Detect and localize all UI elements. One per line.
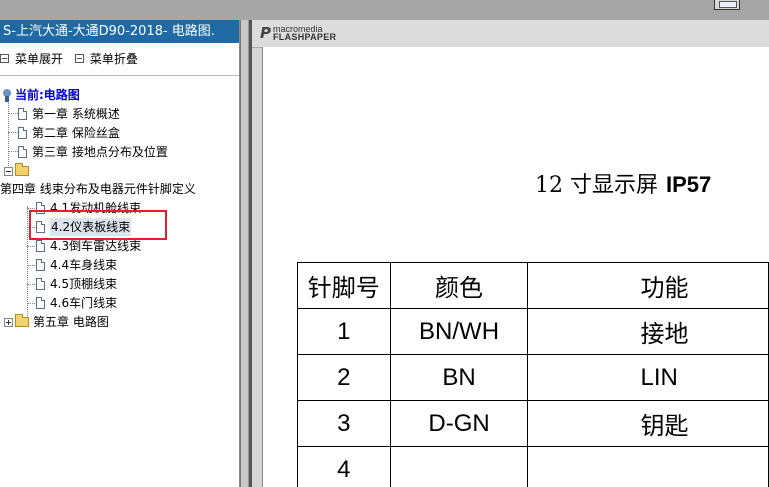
tree-item-4-4[interactable]: 4.4车身线束	[36, 256, 117, 274]
folder-open-icon	[15, 163, 29, 176]
tree-item-label: 4.6车门线束	[50, 296, 118, 310]
tree-guide-line	[27, 206, 28, 322]
table-header: 针脚号	[297, 262, 391, 309]
document-page[interactable]: 12 寸显示屏 IP57 针脚号 颜色 功能 1 BN/WH 接地 2 BN LI…	[262, 47, 769, 487]
tree-item-label: 4.4车身线束	[50, 258, 118, 272]
tree-guide-line	[27, 265, 35, 266]
table-cell: BN/WH	[389, 308, 529, 355]
table-header-row: 针脚号 颜色 功能	[297, 262, 769, 309]
table-row: 3 D-GN 钥匙	[297, 400, 769, 447]
tree-folder-ch4[interactable]	[4, 162, 33, 180]
table-cell: 3	[297, 400, 391, 447]
menu-toolbar: 菜单展开 菜单折叠	[0, 50, 146, 67]
tree-item-4-5[interactable]: 4.5顶棚线束	[36, 275, 117, 293]
document-icon	[18, 108, 27, 120]
document-icon	[36, 278, 45, 290]
tree-item-label: 第二章 保险丝盒	[32, 126, 120, 140]
viewer-toolbar: P macromedia FLASHPAPER	[252, 20, 769, 48]
tree-guide-line	[27, 284, 35, 285]
tree-item-ch1[interactable]: 第一章 系统概述	[18, 105, 120, 123]
document-icon	[36, 240, 45, 252]
navigation-panel: S-上汽大通-大通D90-2018- 电路图. 菜单展开 菜单折叠 当前:电路图	[0, 20, 240, 487]
tree-item-ch3[interactable]: 第三章 接地点分布及位置	[18, 143, 168, 161]
table-cell: LIN	[527, 354, 769, 401]
tree-folder-ch5[interactable]: 第五章 电路图	[4, 313, 109, 331]
flashpaper-logo: P macromedia FLASHPAPER	[260, 24, 337, 42]
table-cell: 4	[297, 446, 391, 487]
tree-item-label: 4.5顶棚线束	[50, 277, 118, 291]
page-title-code: IP57	[666, 172, 712, 197]
flashpaper-icon: P	[260, 24, 271, 42]
table-header: 颜色	[389, 262, 529, 309]
table-cell: 接地	[527, 308, 769, 355]
tree-guide-line	[27, 303, 35, 304]
window-icon[interactable]	[714, 0, 740, 10]
tree-guide-line	[27, 246, 35, 247]
tree-item-label: 第一章 系统概述	[32, 107, 120, 121]
document-icon	[18, 127, 27, 139]
document-viewer: P macromedia FLASHPAPER 12 寸显示屏 IP57 针脚号 …	[252, 20, 769, 487]
collapse-icon	[74, 54, 84, 63]
table-cell: 2	[297, 354, 391, 401]
tree-item-label: 第三章 接地点分布及位置	[32, 145, 168, 159]
expand-menu-label: 菜单展开	[15, 52, 64, 66]
page-title: 12 寸显示屏 IP57	[535, 167, 711, 199]
collapse-menu-button[interactable]: 菜单折叠	[74, 50, 138, 67]
divider	[0, 75, 239, 76]
panel-title: S-上汽大通-大通D90-2018- 电路图.	[0, 20, 239, 43]
tree-root[interactable]: 当前:电路图	[2, 86, 80, 104]
collapse-menu-label: 菜单折叠	[89, 52, 138, 66]
expand-icon	[0, 54, 9, 63]
folder-icon	[15, 314, 29, 327]
collapse-toggle-icon[interactable]	[4, 166, 13, 176]
table-cell: D-GN	[389, 400, 529, 447]
table-cell	[527, 446, 769, 487]
current-location-icon	[2, 88, 12, 102]
table-cell	[389, 446, 529, 487]
pin-table: 针脚号 颜色 功能 1 BN/WH 接地 2 BN LIN 3 D-GN 钥匙 …	[297, 262, 769, 487]
document-icon	[18, 146, 27, 158]
table-cell: 钥匙	[527, 400, 769, 447]
table-row: 2 BN LIN	[297, 354, 769, 401]
top-toolbar	[0, 0, 769, 20]
expand-toggle-icon[interactable]	[4, 317, 13, 327]
tree-item-label: 第四章 线束分布及电器元件针脚定义	[0, 182, 196, 196]
tree-item-ch2[interactable]: 第二章 保险丝盒	[18, 124, 120, 142]
brand-bottom: FLASHPAPER	[273, 32, 337, 42]
tree-item-4-6[interactable]: 4.6车门线束	[36, 294, 117, 312]
table-row: 1 BN/WH 接地	[297, 308, 769, 355]
panel-splitter[interactable]	[240, 20, 249, 487]
document-icon	[36, 259, 45, 271]
tree-item-ch4[interactable]: 第四章 线束分布及电器元件针脚定义	[0, 180, 196, 198]
table-header: 功能	[527, 262, 769, 309]
table-cell: BN	[389, 354, 529, 401]
page-title-main: 12 寸显示屏	[535, 173, 658, 198]
table-row: 4	[297, 446, 769, 487]
tree-item-label: 第五章 电路图	[33, 315, 109, 329]
tree-root-label: 当前:电路图	[15, 88, 80, 102]
table-cell: 1	[297, 308, 391, 355]
tree-guide-line	[27, 208, 35, 209]
expand-menu-button[interactable]: 菜单展开	[0, 50, 63, 67]
highlight-box	[29, 210, 167, 240]
document-icon	[36, 297, 45, 309]
